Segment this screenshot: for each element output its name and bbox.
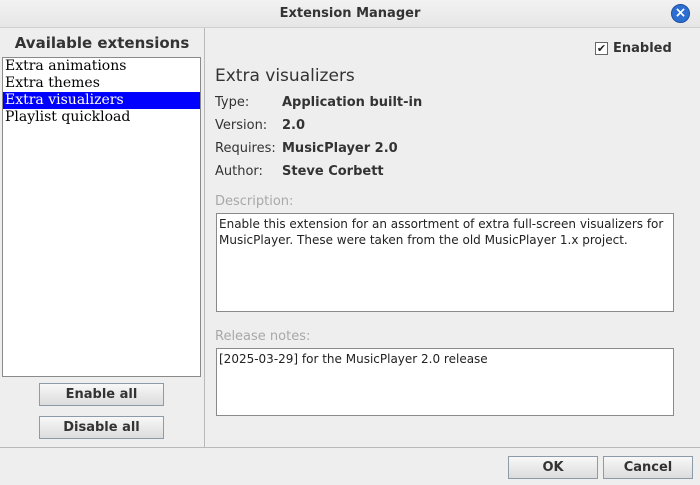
list-item[interactable]: Extra animations: [3, 58, 200, 75]
enable-all-button[interactable]: Enable all: [39, 383, 164, 406]
dialog-footer: OK Cancel: [0, 447, 700, 485]
enabled-label[interactable]: Enabled: [613, 41, 672, 56]
sidebar-heading: Available extensions: [14, 34, 190, 52]
author-label: Author:: [215, 164, 263, 179]
cancel-button[interactable]: Cancel: [603, 456, 693, 479]
window-title: Extension Manager: [279, 6, 421, 21]
type-label: Type:: [215, 95, 250, 110]
description-label: Description:: [215, 194, 294, 209]
author-value: Steve Corbett: [282, 164, 384, 179]
close-icon[interactable]: ×: [671, 4, 690, 23]
type-value: Application built-in: [282, 95, 423, 110]
release-notes-text[interactable]: [2025-03-29] for the MusicPlayer 2.0 rel…: [216, 348, 674, 416]
description-text[interactable]: Enable this extension for an assortment …: [216, 213, 674, 312]
enabled-checkbox[interactable]: ✔: [595, 42, 608, 55]
enabled-toggle[interactable]: ✔ Enabled: [595, 41, 672, 56]
ok-button[interactable]: OK: [508, 456, 598, 479]
extension-details: ✔ Enabled Extra visualizers Type: Applic…: [205, 28, 700, 447]
version-label: Version:: [215, 118, 268, 133]
requires-value: MusicPlayer 2.0: [282, 141, 398, 156]
list-item[interactable]: Extra themes: [3, 75, 200, 92]
title-bar: Extension Manager ×: [0, 0, 700, 28]
list-item[interactable]: Playlist quickload: [3, 109, 200, 126]
extensions-sidebar: Available extensions Extra animations Ex…: [0, 28, 205, 447]
extension-list[interactable]: Extra animations Extra themes Extra visu…: [2, 57, 201, 377]
release-notes-label: Release notes:: [215, 329, 311, 344]
version-value: 2.0: [282, 118, 306, 133]
extension-title: Extra visualizers: [215, 66, 355, 86]
list-item-selected[interactable]: Extra visualizers: [3, 92, 200, 109]
disable-all-button[interactable]: Disable all: [39, 416, 164, 439]
requires-label: Requires:: [215, 141, 276, 156]
